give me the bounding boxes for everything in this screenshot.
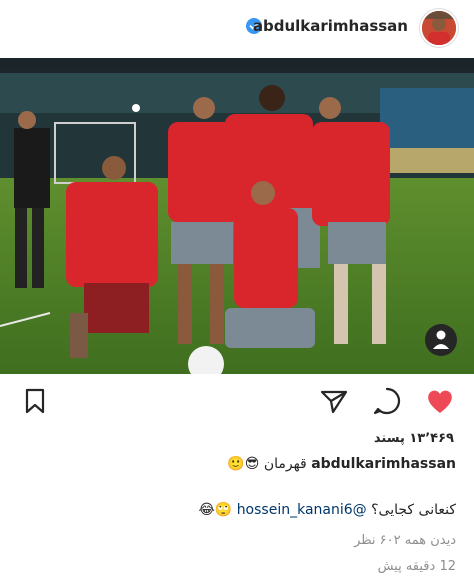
view-all-comments-link[interactable]: دیدن همه ۶۰۲ نظر bbox=[354, 533, 456, 548]
post-photo[interactable] bbox=[0, 58, 474, 374]
post-username[interactable]: abdulkarimhassan bbox=[253, 17, 408, 35]
post-timestamp: 12 دقیقه پیش bbox=[377, 559, 456, 574]
comment-text: کنعانی کجایی؟ bbox=[371, 502, 456, 518]
avatar[interactable] bbox=[420, 9, 458, 47]
send-icon[interactable] bbox=[319, 386, 349, 416]
comment-icon[interactable] bbox=[372, 386, 402, 416]
comment-mention[interactable]: @hossein_kanani6 bbox=[237, 502, 367, 518]
caption: abdulkarimhassan قهرمان 😎🙂 bbox=[227, 456, 456, 472]
user-profile-icon[interactable] bbox=[425, 324, 457, 356]
caption-emojis: 😎🙂 bbox=[227, 456, 260, 472]
caption-username[interactable]: abdulkarimhassan bbox=[311, 456, 456, 472]
post-header: abdulkarimhassan bbox=[0, 0, 474, 58]
action-bar bbox=[0, 380, 474, 424]
caption-text: قهرمان bbox=[263, 456, 307, 472]
comment-emojis: 🙄😂 bbox=[198, 502, 233, 518]
bookmark-icon[interactable] bbox=[20, 386, 50, 416]
like-count[interactable]: ۱۳٬۴۶۹ پسند bbox=[374, 431, 454, 446]
heart-icon[interactable] bbox=[425, 386, 455, 416]
comment: کنعانی کجایی؟ @hossein_kanani6 🙄😂 bbox=[198, 502, 456, 518]
